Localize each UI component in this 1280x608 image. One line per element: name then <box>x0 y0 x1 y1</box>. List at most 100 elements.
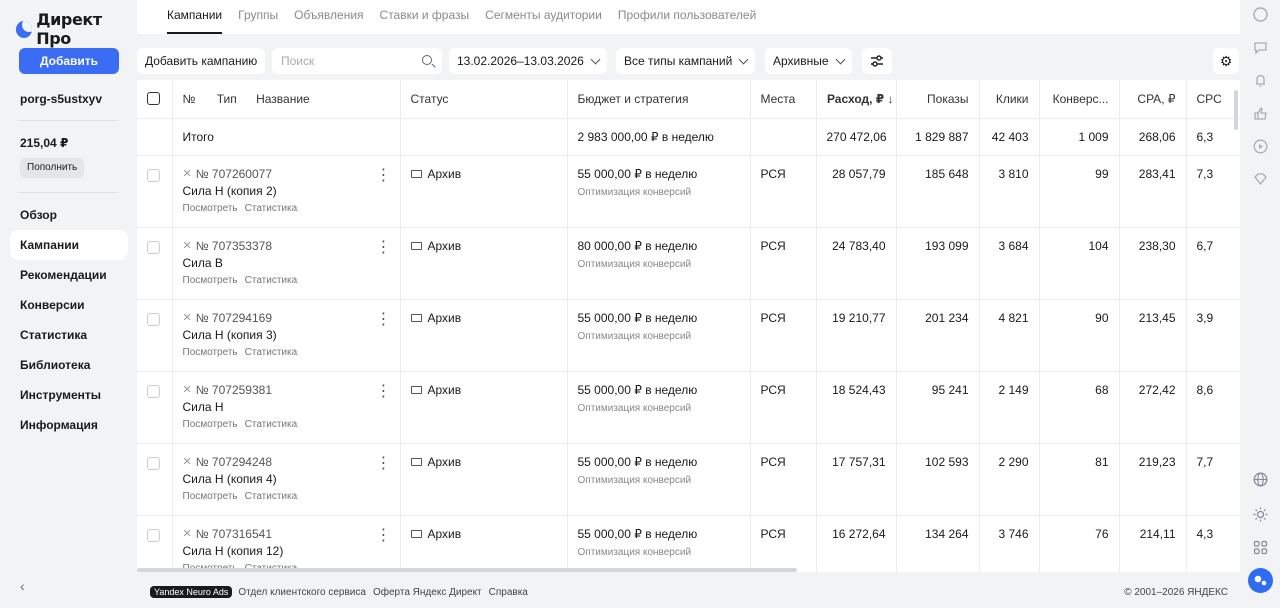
header-clicks[interactable]: Клики <box>979 80 1040 119</box>
bell-icon[interactable] <box>1252 72 1269 89</box>
sidebar-item-2[interactable]: Рекомендации <box>10 260 128 290</box>
sidebar-item-5[interactable]: Библиотека <box>10 350 128 380</box>
sidebar-item-0[interactable]: Обзор <box>10 200 128 230</box>
header-spend[interactable]: Расход, ₽ ↓ <box>816 80 897 119</box>
more-options-icon[interactable]: ⋮ <box>376 167 392 184</box>
campaign-name[interactable]: Сила Н (копия 12) <box>183 544 390 558</box>
table-row[interactable]: ✕ № 707294169 Сила Н (копия 3) Посмотреть Ст… <box>137 299 1240 372</box>
budget-value[interactable]: 55 000,00 ₽ в неделю <box>578 383 740 397</box>
row-checkbox[interactable] <box>147 312 160 326</box>
sidebar-item-3[interactable]: Конверсии <box>10 290 128 320</box>
add-campaign-button[interactable]: Добавить кампанию <box>137 48 266 74</box>
footer-link-help[interactable]: Справка <box>489 587 528 598</box>
more-options-icon[interactable]: ⋮ <box>376 239 392 256</box>
header-conversions[interactable]: Конверс... <box>1039 80 1120 119</box>
campaign-name[interactable]: Сила Н (копия 4) <box>183 472 390 486</box>
globe-icon[interactable] <box>1252 471 1269 488</box>
header-cpa[interactable]: CPA, ₽ <box>1119 80 1187 119</box>
row-checkbox[interactable] <box>147 384 160 398</box>
view-link[interactable]: Посмотреть <box>183 275 238 286</box>
row-checkbox[interactable] <box>147 528 160 542</box>
stats-link[interactable]: Статистика <box>245 203 298 214</box>
footer-link-support[interactable]: Отдел клиентского сервиса <box>238 587 366 598</box>
horizontal-scrollbar[interactable] <box>137 568 797 572</box>
table-row[interactable]: ✕ № 707353378 Сила В Посмотреть Статистика ⋮ А… <box>137 227 1240 300</box>
budget-value[interactable]: 55 000,00 ₽ в неделю <box>578 167 740 181</box>
header-cpc[interactable]: CPC <box>1186 80 1240 119</box>
more-options-icon[interactable]: ⋮ <box>376 311 392 328</box>
tab-3[interactable]: Ставки и фразы <box>380 0 470 34</box>
footer-link-offer[interactable]: Оферта Яндекс Директ <box>373 587 482 598</box>
table-row[interactable]: ✕ № 707259381 Сила Н Посмотреть Статистика ⋮ А… <box>137 371 1240 444</box>
stats-link[interactable]: Статистика <box>245 347 298 358</box>
sidebar-item-4[interactable]: Статистика <box>10 320 128 350</box>
sidebar-item-6[interactable]: Инструменты <box>10 380 128 410</box>
campaign-types-select[interactable]: Все типы кампаний <box>616 48 756 74</box>
header-budget[interactable]: Бюджет и стратегия <box>567 80 751 119</box>
header-spend-label: Расход, ₽ <box>826 91 885 106</box>
view-link[interactable]: Посмотреть <box>183 491 238 502</box>
table-row[interactable]: ✕№ 707316541Сила Н (копия 12)ПосмотретьС… <box>137 515 1240 572</box>
sidebar-item-7[interactable]: Информация <box>10 410 128 440</box>
row-checkbox[interactable] <box>147 240 160 254</box>
sliders-icon <box>871 55 883 67</box>
campaign-name[interactable]: Сила Н (копия 2) <box>183 184 390 198</box>
table-row[interactable]: ✕ № 707260077 Сила Н (копия 2) Посмотреть Ст… <box>137 155 1240 228</box>
view-link[interactable]: Посмотреть <box>183 347 238 358</box>
topup-button[interactable]: Пополнить <box>20 158 85 178</box>
logo[interactable]: Директ Про <box>16 10 137 48</box>
date-range-select[interactable]: 13.02.2026–13.03.2026 <box>449 48 607 74</box>
more-options-icon[interactable]: ⋮ <box>376 455 392 472</box>
header-places[interactable]: Места <box>750 80 817 119</box>
stats-link[interactable]: Статистика <box>245 491 298 502</box>
brightness-icon[interactable] <box>1252 506 1269 523</box>
collapse-sidebar-icon[interactable]: ‹ <box>20 578 25 594</box>
budget-value[interactable]: 55 000,00 ₽ в неделю <box>578 527 740 541</box>
filter-settings-button[interactable] <box>862 48 892 74</box>
apps-icon[interactable] <box>1252 539 1269 556</box>
direct-logo-icon <box>16 20 33 38</box>
header-name[interactable]: Название <box>256 92 310 106</box>
search-box[interactable] <box>272 48 442 74</box>
stats-link[interactable]: Статистика <box>245 419 298 430</box>
chat-icon[interactable] <box>1252 39 1269 56</box>
budget-value[interactable]: 55 000,00 ₽ в неделю <box>578 455 740 469</box>
campaign-name[interactable]: Сила Н (копия 3) <box>183 328 390 342</box>
view-link[interactable]: Посмотреть <box>183 203 238 214</box>
sidebar-item-1[interactable]: Кампании <box>10 230 128 260</box>
select-all-checkbox[interactable] <box>147 91 160 105</box>
more-options-icon[interactable]: ⋮ <box>376 527 392 544</box>
like-icon[interactable] <box>1252 105 1269 122</box>
header-impressions[interactable]: Показы <box>896 80 980 119</box>
header-status[interactable]: Статус <box>400 80 568 119</box>
search-input[interactable] <box>272 48 412 74</box>
header-type[interactable]: Тип <box>217 92 237 106</box>
view-link[interactable]: Посмотреть <box>183 419 238 430</box>
neuro-ads-badge[interactable]: Yandex Neuro Ads <box>150 586 233 598</box>
tab-4[interactable]: Сегменты аудитории <box>485 0 602 34</box>
more-options-icon[interactable]: ⋮ <box>376 383 392 400</box>
tab-5[interactable]: Профили пользователей <box>618 0 756 34</box>
search-icon[interactable] <box>422 55 432 65</box>
play-icon[interactable] <box>1252 138 1269 155</box>
archive-filter-select[interactable]: Архивные <box>765 48 852 74</box>
campaign-name[interactable]: Сила В <box>183 256 390 270</box>
campaign-name[interactable]: Сила Н <box>183 400 390 414</box>
assistant-icon[interactable] <box>1248 568 1273 593</box>
budget-value[interactable]: 80 000,00 ₽ в неделю <box>578 239 740 253</box>
add-button[interactable]: Добавить <box>19 48 119 74</box>
vertical-scrollbar[interactable] <box>1234 90 1238 130</box>
table-settings-button[interactable]: ⚙ <box>1213 48 1239 74</box>
tab-2[interactable]: Объявления <box>294 0 363 34</box>
tab-1[interactable]: Группы <box>238 0 278 34</box>
diamond-icon[interactable] <box>1252 171 1269 188</box>
header-num[interactable]: № <box>183 92 196 106</box>
tab-0[interactable]: Кампании <box>167 0 223 34</box>
budget-value[interactable]: 55 000,00 ₽ в неделю <box>578 311 740 325</box>
stats-link[interactable]: Статистика <box>245 275 298 286</box>
account-login[interactable]: porg-s5ustxyv <box>20 92 102 106</box>
notifications-icon[interactable] <box>1252 6 1269 23</box>
table-row[interactable]: ✕ № 707294248 Сила Н (копия 4) Посмотреть Ст… <box>137 443 1240 516</box>
row-checkbox[interactable] <box>147 168 160 182</box>
row-checkbox[interactable] <box>147 456 160 470</box>
